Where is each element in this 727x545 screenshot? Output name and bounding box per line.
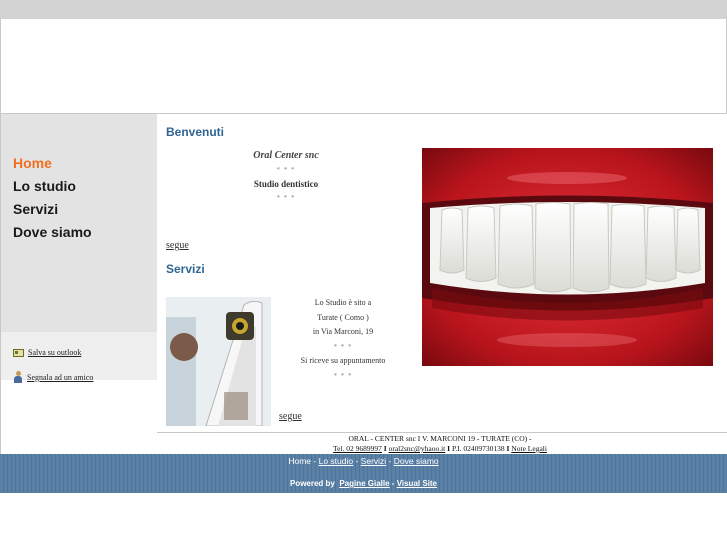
save-outlook-link[interactable]: Salva su outlook xyxy=(13,348,81,357)
bottom-nav-dove-siamo[interactable]: Dove siamo xyxy=(394,456,439,466)
nav-item-lo-studio[interactable]: Lo studio xyxy=(13,177,92,200)
footer-address: ORAL - CENTER snc I V. MARCONI 19 - TURA… xyxy=(310,434,570,454)
tell-a-friend-link[interactable]: Segnala ad un amico xyxy=(13,371,93,383)
bottom-nav-sep-1: - xyxy=(311,456,319,466)
save-outlook-label: Salva su outlook xyxy=(28,348,82,357)
powered-sep: - xyxy=(389,479,397,488)
footer-address-line: ORAL - CENTER snc I V. MARCONI 19 - TURA… xyxy=(348,434,532,443)
powered-by-label: Powered by xyxy=(289,479,335,488)
contact-card-icon xyxy=(13,348,24,357)
bottom-nav-sep-2: - xyxy=(353,456,361,466)
visual-site-link[interactable]: Visual Site xyxy=(397,479,437,488)
bottom-nav-lo-studio[interactable]: Lo studio xyxy=(319,456,354,466)
footer-sep-2: I xyxy=(445,444,452,453)
camera-illustration xyxy=(166,297,271,426)
services-line-4: Si riceve su appuntamento xyxy=(300,356,386,365)
services-more-link[interactable]: segue xyxy=(279,411,302,422)
footer-legal-link[interactable]: Note Legali xyxy=(511,444,547,453)
welcome-stars-1: * * * xyxy=(276,166,296,174)
sidebar-border xyxy=(0,380,1,454)
services-heading: Servizi xyxy=(166,262,205,276)
footer-email[interactable]: oral2snc@yhaoo.it xyxy=(389,444,446,453)
bottom-nav-home[interactable]: Home xyxy=(288,456,311,466)
services-stars-2: * * * xyxy=(333,371,353,380)
dental-camera-photo xyxy=(166,297,271,426)
services-line-1: Lo Studio è sito a xyxy=(314,298,372,307)
footer-tel[interactable]: Tel. 02 9689997 xyxy=(333,444,382,453)
services-line-3: in Via Marconi, 19 xyxy=(312,327,374,336)
services-line-2: Turate ( Como ) xyxy=(317,312,369,322)
nav-item-dove-siamo[interactable]: Dove siamo xyxy=(13,223,92,246)
welcome-stars-2: * * * xyxy=(276,194,296,202)
powered-by: Powered by Pagine Gialle - Visual Site xyxy=(0,479,727,488)
footer-piva: P.I. 02409730138 xyxy=(451,444,505,453)
nav-item-servizi[interactable]: Servizi xyxy=(13,200,92,223)
pagine-gialle-link[interactable]: Pagine Gialle xyxy=(339,479,389,488)
bottom-nav: Home - Lo studio - Servizi - Dove siamo xyxy=(0,456,727,466)
welcome-text: Oral Center snc * * * Studio dentistico … xyxy=(226,148,346,204)
footer-sep-1: I xyxy=(381,444,389,453)
nav-item-home[interactable]: Home xyxy=(13,154,92,177)
footer-divider xyxy=(157,432,727,433)
person-icon xyxy=(13,371,23,383)
tell-a-friend-label: Segnala ad un amico xyxy=(27,372,94,382)
services-stars-1: * * * xyxy=(333,342,353,351)
bottom-nav-sep-3: - xyxy=(386,456,394,466)
header-banner xyxy=(0,19,727,114)
welcome-more-link[interactable]: segue xyxy=(166,240,189,251)
welcome-heading: Benvenuti xyxy=(166,125,225,139)
company-name: Oral Center snc xyxy=(253,150,319,161)
main-nav: Home Lo studio Servizi Dove siamo xyxy=(13,154,92,246)
services-info: Lo Studio è sito a Turate ( Como ) in Vi… xyxy=(283,296,403,383)
top-bar xyxy=(0,0,727,19)
teeth-illustration xyxy=(422,148,713,366)
footer-contacts: Tel. 02 9689997 I oral2snc@yhaoo.it I P.… xyxy=(310,444,570,454)
bottom-nav-servizi[interactable]: Servizi xyxy=(361,456,387,466)
teeth-photo xyxy=(422,148,713,366)
welcome-subtitle: Studio dentistico xyxy=(253,179,319,189)
